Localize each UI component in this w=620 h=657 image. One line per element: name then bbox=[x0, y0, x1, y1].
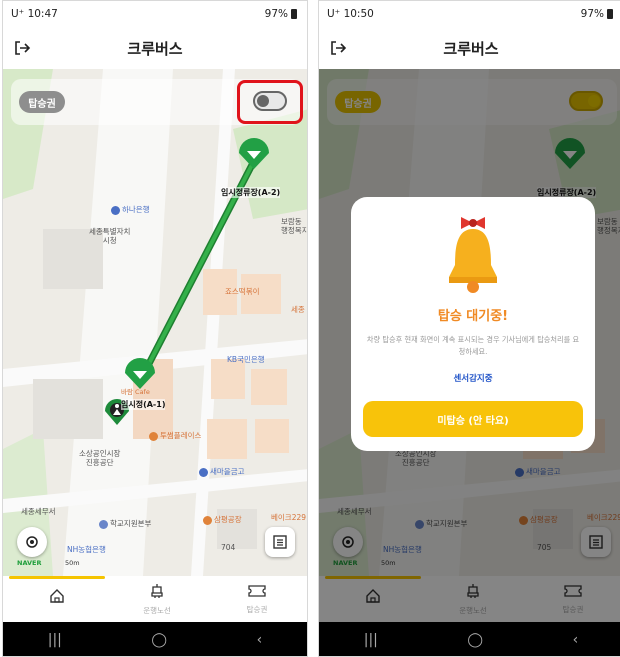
nav-home[interactable] bbox=[7, 576, 107, 622]
app-bar: 크루버스 bbox=[3, 27, 307, 69]
status-carrier-time: U⁺ 10:47 bbox=[11, 8, 58, 20]
left-phone-screen: U⁺ 10:47 97% 크루버스 탑승권 임시정류장(A-2) 임시정(A-1… bbox=[2, 0, 308, 657]
battery-icon bbox=[291, 9, 297, 19]
bottom-navigation: 운행노선 탑승권 bbox=[3, 576, 307, 622]
battery-icon bbox=[607, 9, 613, 19]
app-bar: 크루버스 bbox=[319, 27, 620, 69]
system-nav-bar: ||| ◯ ‹ bbox=[319, 622, 620, 656]
list-icon bbox=[273, 535, 287, 549]
right-phone-screen: U⁺ 10:50 97% 크루버스 탑승권 임시정류장(A-2) 보람동 행정복… bbox=[318, 0, 620, 657]
nav-route-label: 운행노선 bbox=[143, 605, 171, 615]
back-arrow-icon[interactable]: ‹ bbox=[257, 632, 263, 648]
office-icon bbox=[99, 519, 108, 529]
home-circle-icon[interactable]: ◯ bbox=[467, 632, 483, 648]
logout-icon[interactable] bbox=[329, 39, 347, 57]
system-nav-bar: ||| ◯ ‹ bbox=[3, 622, 307, 656]
poi-jaws-tteokbokki[interactable]: 죠스떡볶이 bbox=[225, 287, 260, 296]
bank-icon bbox=[199, 467, 208, 477]
map-view[interactable]: 탑승권 임시정류장(A-2) 임시정(A-1) 하나은행 세종특별자치 시청 보… bbox=[3, 69, 307, 576]
logout-icon[interactable] bbox=[13, 39, 31, 57]
status-carrier-time: U⁺ 10:50 bbox=[327, 8, 374, 20]
poi-samphyeong[interactable]: 삼평공장 bbox=[203, 515, 242, 525]
dialog-message: 차량 탑승후 현재 화면이 계속 표시되는 경우 기사님에게 탑승처리를 요청하… bbox=[366, 335, 580, 357]
stop-list-button[interactable] bbox=[265, 527, 295, 557]
poi-city-hall[interactable]: 세종특별자치 시청 bbox=[89, 227, 130, 245]
status-bar: U⁺ 10:47 97% bbox=[3, 1, 307, 27]
home-icon bbox=[50, 589, 64, 603]
back-arrow-icon[interactable]: ‹ bbox=[573, 632, 579, 648]
app-title: 크루버스 bbox=[127, 39, 183, 58]
stop-a1-label[interactable]: 임시정(A-1) bbox=[121, 399, 166, 410]
poi-cafe[interactable]: 바람 Cafe bbox=[121, 388, 150, 397]
nav-ticket[interactable]: 탑승권 bbox=[207, 576, 307, 622]
not-boarding-button[interactable]: 미탑승 (안 타요) bbox=[363, 401, 583, 437]
poi-boram-center[interactable]: 보람동 행정복지센 bbox=[281, 217, 307, 235]
app-title: 크루버스 bbox=[443, 39, 499, 58]
poi-bake229[interactable]: 베이크229 bbox=[271, 513, 306, 522]
poi-sbiz-agency[interactable]: 소상공인시장 진흥공단 bbox=[79, 449, 120, 467]
bus-stop-icon bbox=[151, 583, 163, 598]
ticket-icon bbox=[248, 584, 266, 597]
poi-nh-bank[interactable]: NH농협은행 bbox=[67, 545, 106, 554]
my-location-button[interactable] bbox=[17, 527, 47, 557]
battery-percent: 97% bbox=[264, 8, 288, 20]
poi-school-support[interactable]: 학교지원본부 bbox=[99, 519, 151, 529]
map-background bbox=[3, 69, 307, 576]
sensor-status-link[interactable]: 센서감지중 bbox=[351, 372, 595, 384]
road-number: 704 bbox=[221, 543, 236, 552]
recent-apps-icon[interactable]: ||| bbox=[48, 632, 62, 648]
status-icons: 97% bbox=[581, 8, 613, 20]
bank-icon bbox=[111, 205, 120, 215]
status-bar: U⁺ 10:50 97% bbox=[319, 1, 620, 27]
boarding-wait-dialog: 탑승 대기중! 차량 탑승후 현재 화면이 계속 표시되는 경우 기사님에게 탑… bbox=[351, 197, 595, 451]
battery-percent: 97% bbox=[580, 8, 604, 20]
boarding-pass-chip[interactable]: 탑승권 bbox=[19, 91, 65, 113]
poi-kb-bank[interactable]: KB국민은행 bbox=[227, 355, 265, 364]
recent-apps-icon[interactable]: ||| bbox=[364, 632, 378, 648]
stop-a2-label[interactable]: 임시정류장(A-2) bbox=[221, 187, 281, 198]
cafe-icon bbox=[149, 431, 158, 441]
nav-ticket-label: 탑승권 bbox=[246, 604, 268, 614]
bell-icon bbox=[449, 217, 497, 293]
toggle-highlight-box bbox=[237, 80, 303, 124]
poi-sejong[interactable]: 세종 bbox=[291, 305, 305, 314]
poi-tax-office[interactable]: 세종세무서 bbox=[21, 507, 56, 516]
poi-hana-bank[interactable]: 하나은행 bbox=[111, 205, 150, 215]
status-icons: 97% bbox=[265, 8, 297, 20]
dialog-title: 탑승 대기중! bbox=[437, 309, 509, 324]
nav-route[interactable]: 운행노선 bbox=[107, 576, 207, 622]
naver-logo: NAVER bbox=[17, 559, 42, 567]
location-target-icon bbox=[26, 536, 38, 548]
poi-saemaeul[interactable]: 새마을금고 bbox=[199, 467, 245, 477]
map-scale: 50m bbox=[65, 559, 80, 567]
poi-twosome-place[interactable]: 투썸플레이스 bbox=[149, 431, 201, 441]
home-circle-icon[interactable]: ◯ bbox=[151, 632, 167, 648]
food-icon bbox=[203, 515, 212, 525]
